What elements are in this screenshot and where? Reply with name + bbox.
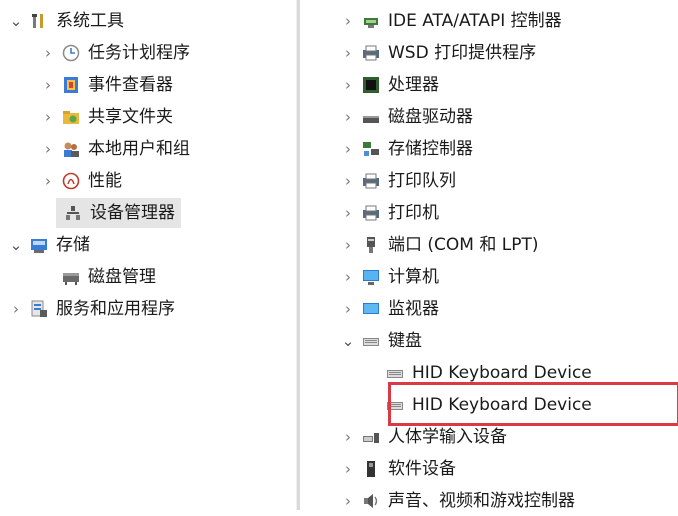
tree-item-label: 设备管理器 (90, 203, 175, 223)
printer-icon (362, 172, 380, 190)
tree-item-print-queues[interactable]: › 打印队列 (340, 166, 456, 196)
tree-item-label: 存储 (56, 235, 90, 255)
tree-item-label: 打印队列 (388, 171, 456, 191)
tree-item-label: 磁盘驱动器 (388, 107, 473, 127)
tree-item-label: 服务和应用程序 (56, 299, 175, 319)
chevron-right-icon[interactable]: › (340, 205, 356, 221)
tree-item-software-devices[interactable]: › 软件设备 (340, 454, 456, 484)
performance-icon (62, 172, 80, 190)
tree-item-label: 性能 (88, 171, 122, 191)
tree-item-event-viewer[interactable]: › 事件查看器 (40, 70, 173, 100)
storage-controller-icon (362, 140, 380, 158)
chevron-right-icon[interactable]: › (340, 237, 356, 253)
chevron-right-icon[interactable]: › (8, 301, 24, 317)
chevron-down-icon[interactable]: ⌄ (8, 13, 24, 29)
printer-icon (362, 204, 380, 222)
selection-highlight[interactable]: 设备管理器 (56, 198, 181, 228)
tree-item-label: 计算机 (388, 267, 439, 287)
chevron-right-icon[interactable]: › (40, 173, 56, 189)
tree-item-printers[interactable]: › 打印机 (340, 198, 439, 228)
tree-item-label: 处理器 (388, 75, 439, 95)
services-icon (30, 300, 48, 318)
tree-item-storage[interactable]: ⌄ 存储 (8, 230, 90, 260)
tree-item-label: 端口 (COM 和 LPT) (388, 235, 539, 255)
tree-item-label: WSD 打印提供程序 (388, 43, 537, 63)
tree-item-disk-management[interactable]: 磁盘管理 (40, 262, 156, 292)
chevron-right-icon[interactable]: › (340, 493, 356, 509)
tree-item-services-applications[interactable]: › 服务和应用程序 (8, 294, 175, 324)
chevron-right-icon[interactable]: › (340, 13, 356, 29)
computer-icon (362, 268, 380, 286)
chevron-right-icon[interactable]: › (340, 461, 356, 477)
hid-icon (362, 428, 380, 446)
pane-splitter[interactable] (296, 0, 300, 510)
chevron-down-icon[interactable]: ⌄ (340, 333, 356, 349)
tree-item-human-interface-devices[interactable]: › 人体学输入设备 (340, 422, 507, 452)
chevron-right-icon[interactable]: › (340, 45, 356, 61)
tree-item-monitors[interactable]: › 监视器 (340, 294, 439, 324)
tree-item-label: 存储控制器 (388, 139, 473, 159)
tree-item-label: 键盘 (388, 331, 422, 351)
chevron-down-icon[interactable]: ⌄ (8, 237, 24, 253)
port-icon (362, 236, 380, 254)
tree-item-label: 任务计划程序 (88, 43, 190, 63)
tree-item-label: 事件查看器 (88, 75, 173, 95)
tree-item-ide-controllers[interactable]: › IDE ATA/ATAPI 控制器 (340, 6, 562, 36)
clock-icon (62, 44, 80, 62)
device-manager-icon (64, 204, 82, 222)
sound-icon (362, 492, 380, 510)
tree-item-device-manager[interactable]: 设备管理器 (40, 198, 181, 228)
tree-item-label: 系统工具 (56, 11, 124, 31)
disk-management-icon (62, 268, 80, 286)
tree-item-label: 声音、视频和游戏控制器 (388, 491, 575, 511)
tree-item-label: IDE ATA/ATAPI 控制器 (388, 11, 562, 31)
tree-item-label: 磁盘管理 (88, 267, 156, 287)
tree-item-label: 监视器 (388, 299, 439, 319)
tree-item-computer[interactable]: › 计算机 (340, 262, 439, 292)
tree-item-label: 共享文件夹 (88, 107, 173, 127)
tree-item-performance[interactable]: › 性能 (40, 166, 122, 196)
chevron-right-icon[interactable]: › (340, 109, 356, 125)
tree-item-task-scheduler[interactable]: › 任务计划程序 (40, 38, 190, 68)
processor-icon (362, 76, 380, 94)
chevron-right-icon[interactable]: › (40, 109, 56, 125)
tree-item-label: 打印机 (388, 203, 439, 223)
tree-item-label: 本地用户和组 (88, 139, 190, 159)
event-viewer-icon (62, 76, 80, 94)
keyboard-icon (362, 332, 380, 350)
tools-icon (30, 12, 48, 30)
chevron-right-icon[interactable]: › (40, 45, 56, 61)
tree-item-label: 软件设备 (388, 459, 456, 479)
chevron-right-icon[interactable]: › (340, 429, 356, 445)
users-icon (62, 140, 80, 158)
tree-item-label: 人体学输入设备 (388, 427, 507, 447)
tree-item-sound-video-game[interactable]: › 声音、视频和游戏控制器 (340, 486, 575, 516)
tree-item-storage-controllers[interactable]: › 存储控制器 (340, 134, 473, 164)
highlight-box (388, 382, 678, 426)
tree-item-shared-folders[interactable]: › 共享文件夹 (40, 102, 173, 132)
disk-drive-icon (362, 108, 380, 126)
chevron-right-icon[interactable]: › (340, 141, 356, 157)
software-device-icon (362, 460, 380, 478)
printer-icon (362, 44, 380, 62)
shared-folder-icon (62, 108, 80, 126)
chevron-right-icon[interactable]: › (340, 173, 356, 189)
ide-controller-icon (362, 12, 380, 30)
tree-item-wsd-print-provider[interactable]: › WSD 打印提供程序 (340, 38, 536, 68)
tree-item-system-tools[interactable]: ⌄ 系统工具 (8, 6, 124, 36)
tree-item-disk-drives[interactable]: › 磁盘驱动器 (340, 102, 473, 132)
monitor-icon (362, 300, 380, 318)
tree-item-ports[interactable]: › 端口 (COM 和 LPT) (340, 230, 539, 260)
chevron-right-icon[interactable]: › (40, 141, 56, 157)
chevron-right-icon[interactable]: › (340, 269, 356, 285)
tree-item-processors[interactable]: › 处理器 (340, 70, 439, 100)
keyboard-icon (386, 364, 404, 382)
chevron-right-icon[interactable]: › (340, 301, 356, 317)
chevron-right-icon[interactable]: › (40, 77, 56, 93)
tree-item-local-users[interactable]: › 本地用户和组 (40, 134, 190, 164)
storage-icon (30, 236, 48, 254)
tree-item-keyboards[interactable]: ⌄ 键盘 (340, 326, 422, 356)
chevron-right-icon[interactable]: › (340, 77, 356, 93)
